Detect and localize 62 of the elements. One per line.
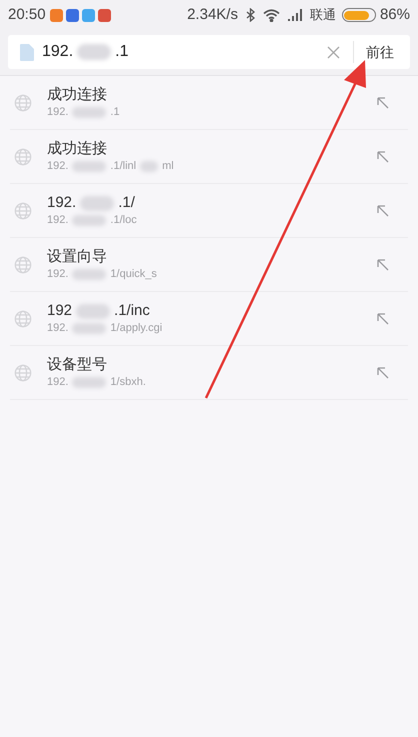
history-title: 成功连接 xyxy=(47,139,107,159)
up-left-arrow-icon[interactable] xyxy=(376,366,390,380)
wifi-icon xyxy=(262,8,280,22)
history-url: .1/linl xyxy=(110,159,136,174)
history-title: 设置向导 xyxy=(47,247,107,267)
history-title: .1/ xyxy=(118,193,135,213)
globe-icon xyxy=(14,202,32,220)
globe-icon xyxy=(14,364,32,382)
url-text: 192. xyxy=(42,42,74,62)
history-item[interactable]: 设置向导 192. 1/quick_s xyxy=(10,238,408,292)
history-title: .1/inc xyxy=(114,301,150,321)
globe-icon xyxy=(14,148,32,166)
history-url: 192. xyxy=(47,213,68,228)
blurred-region xyxy=(72,215,106,226)
globe-icon xyxy=(14,94,32,112)
bluetooth-icon xyxy=(246,8,255,22)
history-url: 192. xyxy=(47,375,68,390)
up-left-arrow-icon[interactable] xyxy=(376,96,390,110)
signal-icon xyxy=(288,9,304,21)
history-title: 192. xyxy=(47,193,76,213)
blurred-region xyxy=(77,44,112,60)
up-left-arrow-icon[interactable] xyxy=(376,150,390,164)
history-url: 1/quick_s xyxy=(110,267,157,282)
battery-percent: 86% xyxy=(380,4,410,25)
battery-icon xyxy=(342,8,376,22)
page-icon xyxy=(20,44,34,60)
blurred-region xyxy=(140,161,158,172)
blurred-region xyxy=(80,196,114,210)
address-bar[interactable]: 192. .1 前往 xyxy=(8,35,410,69)
clear-icon[interactable] xyxy=(327,46,340,58)
network-speed: 2.34K/s xyxy=(187,4,238,25)
globe-icon xyxy=(14,310,32,328)
go-button[interactable]: 前往 xyxy=(354,35,406,69)
history-url: 1/sbxh. xyxy=(110,375,146,390)
history-title: 设备型号 xyxy=(47,355,107,375)
blurred-region xyxy=(72,107,106,118)
history-url: 192. xyxy=(47,321,68,336)
history-url: 192. xyxy=(47,267,68,282)
history-url: .1/loc xyxy=(110,213,137,228)
blurred-region xyxy=(72,323,106,334)
history-title: 192 xyxy=(47,301,72,321)
history-url: .1 xyxy=(110,105,120,120)
up-left-arrow-icon[interactable] xyxy=(376,204,390,218)
globe-icon xyxy=(14,256,32,274)
blurred-region xyxy=(72,161,106,172)
history-url: 192. xyxy=(47,159,68,174)
url-text: .1 xyxy=(115,42,128,62)
history-item[interactable]: 192. .1/ 192. .1/loc xyxy=(10,184,408,238)
history-item[interactable]: 设备型号 192. 1/sbxh. xyxy=(10,346,408,400)
history-title: 成功连接 xyxy=(47,85,107,105)
history-item[interactable]: 192 .1/inc 192. 1/apply.cgi xyxy=(10,292,408,346)
history-url: ml xyxy=(162,159,174,174)
status-time: 20:50 xyxy=(8,4,46,25)
history-url: 192. xyxy=(47,105,68,120)
blurred-region xyxy=(76,304,110,318)
up-left-arrow-icon[interactable] xyxy=(376,312,390,326)
history-item[interactable]: 成功连接 192. .1/linl ml xyxy=(10,130,408,184)
blurred-region xyxy=(72,377,106,388)
carrier-name: 联通 xyxy=(310,6,336,24)
up-left-arrow-icon[interactable] xyxy=(376,258,390,272)
history-url: 1/apply.cgi xyxy=(110,321,162,336)
blurred-region xyxy=(72,269,106,280)
